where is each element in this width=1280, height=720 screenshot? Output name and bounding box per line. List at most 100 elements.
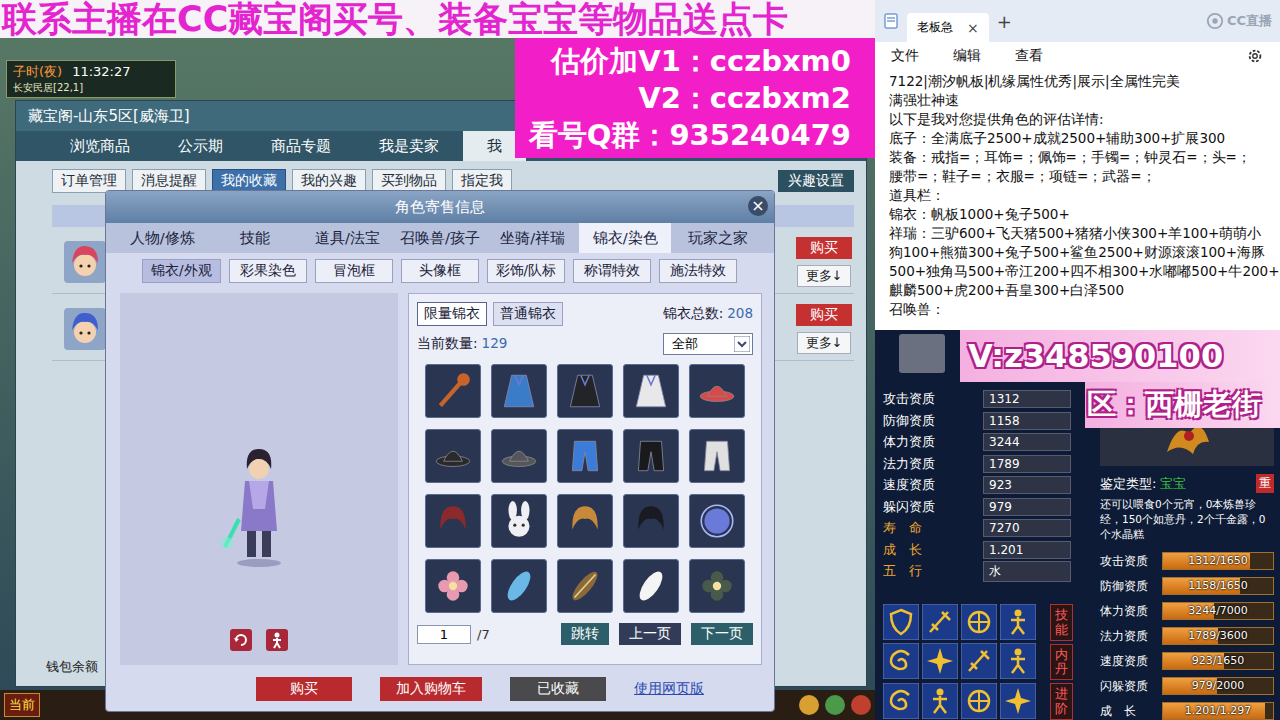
next-page-button[interactable]: 下一页 [691, 623, 753, 645]
figure-skill-icon[interactable] [1000, 643, 1036, 679]
stat-value: 979 [983, 498, 1071, 516]
stat-row: 防御资质 1158 [883, 410, 1090, 432]
dialog-sub-tab[interactable]: 彩饰/队标 [487, 259, 566, 283]
shield-skill-icon[interactable] [883, 604, 919, 640]
figure-skill-icon[interactable] [1000, 604, 1036, 640]
blade-skill-icon[interactable] [961, 643, 997, 679]
costume-item[interactable] [557, 559, 613, 613]
notepad-tab[interactable]: 老板急 × [907, 13, 989, 42]
pose-icon[interactable] [266, 629, 288, 651]
side-button[interactable]: 技能 [1050, 604, 1073, 641]
page-input[interactable]: 1 [417, 625, 471, 644]
chat-channel[interactable]: 当前 [4, 693, 40, 717]
filter-dropdown[interactable]: 全部 [663, 333, 753, 355]
dialog-tab[interactable]: 道具/法宝 [301, 223, 394, 253]
costume-item[interactable] [425, 429, 481, 483]
costume-item[interactable] [425, 559, 481, 613]
costume-item[interactable] [689, 559, 745, 613]
more-button[interactable]: 更多↓ [797, 265, 852, 287]
prev-page-button[interactable]: 上一页 [619, 623, 681, 645]
aptitude-bar: 1158/1650 [1162, 577, 1274, 595]
text-line: 腰带=；鞋子=；衣服=；项链=；武器=； [889, 167, 1266, 186]
gear-icon[interactable] [1246, 47, 1264, 65]
costume-item[interactable] [425, 494, 481, 548]
buy-button[interactable]: 购买 [796, 237, 852, 259]
close-button[interactable]: × [748, 196, 768, 216]
costume-item[interactable] [425, 364, 481, 418]
web-version-link[interactable]: 使用网页版 [634, 680, 704, 698]
menu-orb-icon[interactable] [825, 695, 845, 715]
appraisal-row: 鉴定类型: 宝宝 重 [1100, 474, 1274, 493]
dialog-sub-tab[interactable]: 彩果染色 [229, 259, 307, 283]
costume-item[interactable] [491, 429, 547, 483]
stat-row: 速度资质 923 [883, 475, 1090, 497]
costume-item[interactable] [557, 364, 613, 418]
swirl-skill-icon[interactable] [883, 643, 919, 679]
hat-icon [696, 370, 738, 412]
menu-orb-icon[interactable] [851, 695, 871, 715]
costume-tab[interactable]: 限量锦衣 [417, 302, 487, 326]
wheel-skill-icon[interactable] [961, 683, 997, 719]
more-button[interactable]: 更多↓ [797, 332, 852, 354]
jump-button[interactable]: 跳转 [561, 623, 609, 645]
dialog-sub-tab[interactable]: 冒泡框 [315, 259, 393, 283]
dialog-sub-tab[interactable]: 锦衣/外观 [142, 259, 221, 283]
costume-item[interactable] [623, 429, 679, 483]
dialog-sub-tab[interactable]: 施法特效 [659, 259, 737, 283]
aptitude-bar: 3244/7000 [1162, 602, 1274, 620]
dialog-tab[interactable]: 锦衣/染色 [579, 223, 672, 253]
dialog-sub-tab[interactable]: 称谓特效 [573, 259, 651, 283]
aptitude-reading: 1789/3600 [1163, 628, 1273, 644]
costume-item[interactable] [623, 559, 679, 613]
blade-skill-icon[interactable] [922, 604, 958, 640]
text-line: 召唤兽： [889, 300, 1266, 319]
promo-line: 估价加V1：cczbxm0 [515, 43, 851, 80]
action-button[interactable]: 已收藏 [510, 677, 606, 701]
costume-item[interactable] [491, 364, 547, 418]
costume-item[interactable] [689, 364, 745, 418]
figure-skill-icon[interactable] [922, 683, 958, 719]
pet-thumb-icon[interactable] [899, 334, 945, 373]
costume-item[interactable] [557, 494, 613, 548]
costume-item[interactable] [491, 494, 547, 548]
spark-skill-icon[interactable] [922, 643, 958, 679]
costume-item[interactable] [557, 429, 613, 483]
buy-button[interactable]: 购买 [796, 304, 852, 326]
costume-item[interactable] [689, 429, 745, 483]
tab-close-button[interactable]: × [967, 20, 979, 36]
costume-panel: 限量锦衣普通锦衣 锦衣总数: 208 当前数量: 129 全部 1 /7 跳转 … [408, 293, 762, 665]
dialog-tab[interactable]: 人物/修炼 [116, 223, 209, 253]
spark-skill-icon[interactable] [1000, 683, 1036, 719]
dialog-tab[interactable]: 技能 [209, 223, 302, 253]
menu-item[interactable]: 编辑 [953, 47, 981, 65]
costume-tab[interactable]: 普通锦衣 [493, 302, 563, 326]
dialog-sub-tab[interactable]: 头像框 [401, 259, 479, 283]
costume-item[interactable] [623, 494, 679, 548]
wheel-skill-icon[interactable] [961, 604, 997, 640]
character-avatar-icon [64, 308, 106, 350]
action-button[interactable]: 购买 [256, 677, 352, 701]
rotate-icon[interactable] [230, 629, 252, 651]
dialog-tab[interactable]: 玩家之家 [671, 223, 764, 253]
costume-item[interactable] [623, 364, 679, 418]
reappraise-button[interactable]: 重 [1256, 474, 1274, 493]
notepad-text[interactable]: 7122|潮汐帆板|机缘属性优秀|展示|全属性完美满强壮神速以下是我对您提供角色… [875, 70, 1280, 321]
menu-item[interactable]: 文件 [891, 47, 919, 65]
dialog-title: 角色寄售信息 [395, 198, 485, 217]
action-button[interactable]: 加入购物车 [380, 677, 482, 701]
menu-item[interactable]: 查看 [1015, 47, 1043, 65]
dialog-tab[interactable]: 坐骑/祥瑞 [486, 223, 579, 253]
main-tab[interactable]: 浏览商品 [46, 131, 154, 161]
menu-orb-icon[interactable] [799, 695, 819, 715]
side-button[interactable]: 进阶 [1050, 683, 1073, 720]
costume-item[interactable] [689, 494, 745, 548]
new-tab-button[interactable]: + [997, 11, 1012, 32]
main-tab[interactable]: 商品专题 [247, 131, 355, 161]
side-button[interactable]: 内丹 [1050, 644, 1073, 681]
swirl-skill-icon[interactable] [883, 683, 919, 719]
dialog-tab[interactable]: 召唤兽/孩子 [394, 223, 487, 253]
costume-item[interactable] [491, 559, 547, 613]
main-tab[interactable]: 我是卖家 [355, 131, 463, 161]
main-tab[interactable]: 公示期 [154, 131, 247, 161]
interest-settings-button[interactable]: 兴趣设置 [778, 170, 854, 192]
